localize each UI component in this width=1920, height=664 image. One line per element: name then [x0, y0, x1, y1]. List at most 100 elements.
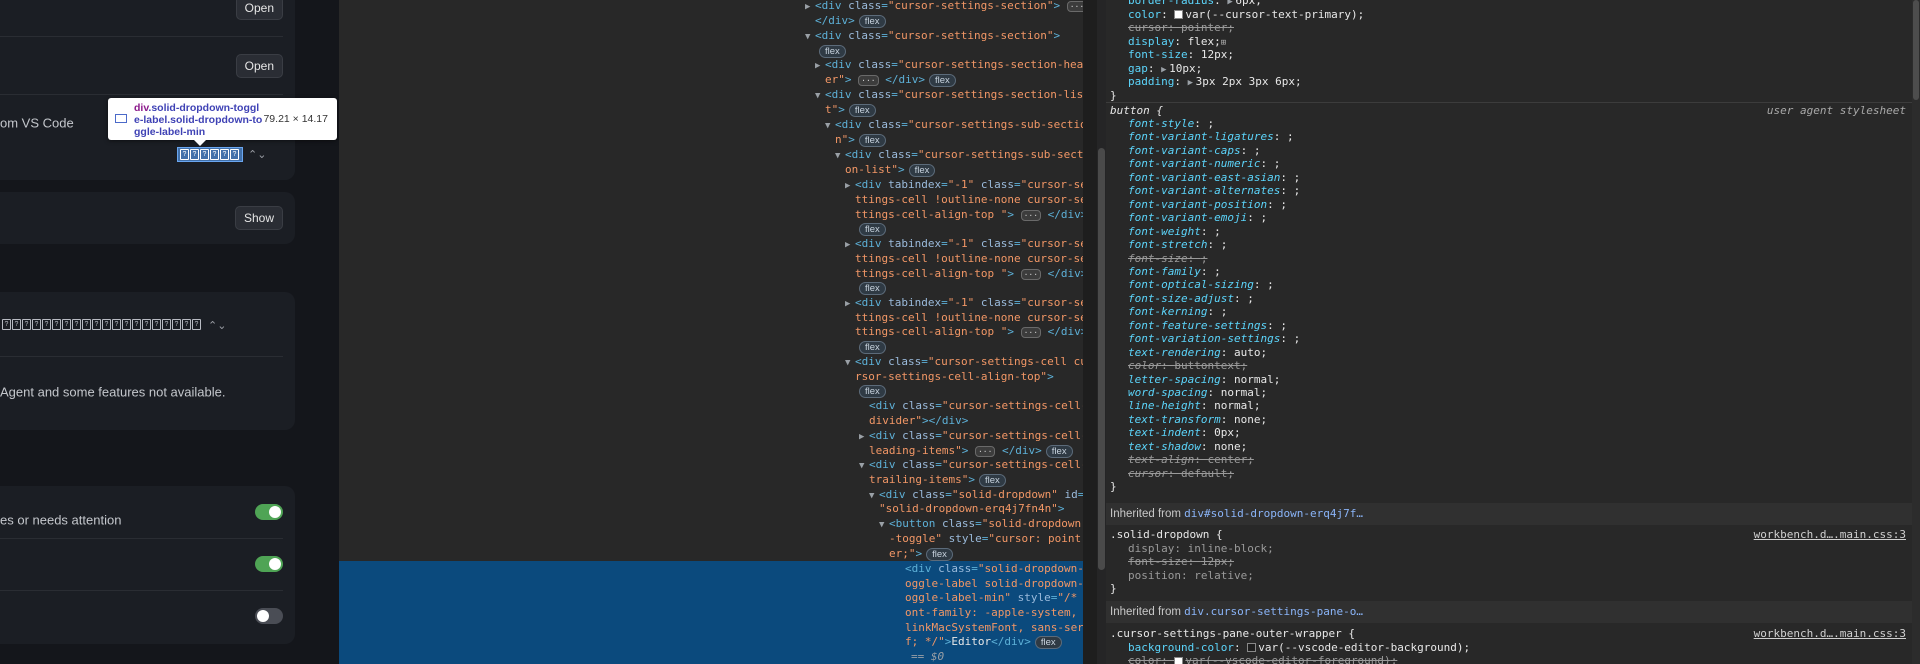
css-property[interactable]: font-variant-numeric: ; [1128, 157, 1280, 171]
open-button[interactable]: Open [235, 0, 283, 20]
color-swatch[interactable] [1174, 10, 1184, 19]
dom-node[interactable]: ▶ <div class="cursor-settings-section-hea… [815, 58, 1083, 73]
css-property[interactable]: color: var(--cursor-text-primary); [1128, 8, 1364, 22]
inherited-element-link[interactable]: div.cursor-settings-pane-o… [1184, 605, 1363, 618]
dom-node[interactable]: ▼ <div class="cursor-settings-cell- [859, 458, 1083, 473]
css-property[interactable]: font-family: ; [1128, 265, 1221, 279]
missing-glyph-icon: ? [72, 319, 81, 331]
dom-badge: flex [855, 340, 886, 354]
dom-node[interactable]: ▼ <div class="solid-dropdown" id= [869, 488, 1083, 503]
missing-glyph-icon: ? [132, 319, 141, 331]
notification-toggle[interactable] [255, 504, 283, 520]
css-property[interactable]: display: inline-block; [1128, 542, 1274, 556]
tooltip-selector: div.solid-dropdown-toggle-label.solid-dr… [134, 102, 263, 138]
css-property[interactable]: font-variant-position: ; [1128, 198, 1287, 212]
inherited-element-link[interactable]: div#solid-dropdown-erq4j7f… [1184, 507, 1363, 520]
dom-node-cont: ont-family: -apple-system, B [905, 606, 1083, 619]
css-property[interactable]: font-size: 12px; [1128, 48, 1234, 62]
dropdown-value: ???????????????????? [2, 316, 202, 334]
css-property[interactable]: font-variant-emoji: ; [1128, 211, 1267, 225]
stylesheet-link[interactable]: workbench.d….main.css:3 [1754, 528, 1906, 542]
css-property[interactable]: font-variant-alternates: ; [1128, 184, 1300, 198]
dom-node[interactable]: ▶ <div tabindex="-1" class="cursor-se [845, 178, 1083, 193]
missing-glyph-icon: ? [2, 319, 11, 331]
setting-toggle[interactable] [255, 556, 283, 572]
css-property[interactable]: text-shadow: none; [1128, 440, 1247, 454]
css-property[interactable]: letter-spacing: normal; [1128, 373, 1280, 387]
css-property[interactable]: font-kerning: ; [1128, 305, 1227, 319]
dom-node[interactable]: ▶ <div tabindex="-1" class="cursor-se [845, 296, 1083, 311]
css-property[interactable]: background-color: var(--vscode-editor-ba… [1128, 641, 1470, 655]
divider [0, 538, 283, 539]
elements-scrollbar[interactable] [1097, 0, 1106, 664]
css-property[interactable]: color: buttontext; [1128, 359, 1247, 373]
dom-node-cont: divider"></div> [869, 414, 969, 427]
flex-icon [115, 114, 127, 123]
language-dropdown[interactable]: ???????????????????? ⌃⌄ [2, 314, 226, 336]
missing-glyph-icon: ? [190, 148, 199, 160]
dom-node[interactable]: ▶ <div class="cursor-settings-section"> ·… [805, 0, 1083, 14]
rule-close: } [1110, 88, 1117, 102]
css-property[interactable]: font-stretch: ; [1128, 238, 1227, 252]
dom-node[interactable]: ▼ <div class="cursor-settings-cell cu [845, 355, 1083, 370]
dom-node[interactable]: ▶ <div class="cursor-settings-cell- [859, 429, 1083, 444]
css-property[interactable]: font-size-adjust: ; [1128, 292, 1254, 306]
dom-node[interactable]: ▼ <div class="cursor-settings-section-lis [815, 88, 1083, 103]
dom-node-cont: on-list"> flex [845, 163, 936, 177]
css-selector: button { [1110, 103, 1163, 117]
css-property[interactable]: cursor: default; [1128, 467, 1234, 481]
css-property[interactable]: text-rendering: auto; [1128, 346, 1267, 360]
dom-node-cont: er"> ··· </div> flex [825, 73, 956, 87]
missing-glyph-icon: ? [172, 319, 181, 331]
css-property[interactable]: font-weight: ; [1128, 225, 1221, 239]
css-selector: .cursor-settings-pane-outer-wrapper { [1110, 627, 1356, 640]
open-button[interactable]: Open [235, 54, 283, 78]
css-property[interactable]: text-indent: 0px; [1128, 426, 1241, 440]
missing-glyph-icon: ? [12, 319, 21, 331]
styles-scrollbar[interactable] [1912, 0, 1920, 664]
settings-card-3: es or needs attention [0, 486, 295, 644]
css-property[interactable]: font-size: ; [1128, 252, 1207, 266]
dom-node-cont: trailing-items"> flex [869, 473, 1006, 487]
css-property[interactable]: font-variation-settings: ; [1128, 332, 1300, 346]
selected-dom-node[interactable]: <div class="solid-dropdown-t [905, 562, 1083, 576]
dom-node-cont: -toggle" style="cursor: point [889, 532, 1082, 545]
dom-node-cont: ttings-cell-align-top "> ··· </div> [855, 325, 1083, 338]
editor-dropdown[interactable]: ?????? ⌃⌄ [177, 143, 266, 165]
missing-glyph-icon: ? [52, 319, 61, 331]
css-property[interactable]: text-transform: none; [1128, 413, 1267, 427]
css-property[interactable]: font-variant-ligatures: ; [1128, 130, 1294, 144]
missing-glyph-icon: ? [102, 319, 111, 331]
dom-node[interactable]: <div class="cursor-settings-cell- [869, 399, 1083, 413]
show-button[interactable]: Show [234, 206, 283, 230]
css-property[interactable]: word-spacing: normal; [1128, 386, 1267, 400]
stylesheet-link[interactable]: workbench.d….main.css:3 [1754, 627, 1906, 641]
dom-node[interactable]: ▶ <div tabindex="-1" class="cursor-se [845, 237, 1083, 252]
missing-glyph-icon: ? [112, 319, 121, 331]
css-property[interactable]: font-variant-caps: ; [1128, 144, 1260, 158]
dom-node[interactable]: ▼ <div class="cursor-settings-section"> [805, 29, 1060, 44]
css-property[interactable]: color: var(--vscode-editor-foreground); [1128, 654, 1397, 664]
dom-node[interactable]: ▼ <div class="cursor-settings-sub-secti [835, 148, 1083, 163]
inherited-header: Inherited from div.cursor-settings-pane-… [1106, 601, 1920, 623]
color-swatch[interactable] [1247, 643, 1257, 652]
divider [0, 590, 283, 591]
dom-node[interactable]: ▼ <div class="cursor-settings-sub-sectio [825, 118, 1083, 133]
setting-toggle[interactable] [255, 608, 283, 624]
dom-node-cont: ttings-cell-align-top "> ··· </div> [855, 267, 1083, 280]
settings-row: Open [0, 38, 295, 94]
dom-node[interactable]: ▼ <button class="solid-dropdown [879, 517, 1081, 532]
css-property[interactable]: padding: ▶ 3px 2px 3px 6px; [1128, 75, 1302, 91]
css-property[interactable]: position: relative; [1128, 569, 1254, 583]
css-property[interactable]: font-size: 12px; [1128, 555, 1234, 569]
dom-badge: flex [815, 44, 846, 58]
css-property[interactable]: cursor: pointer; [1128, 21, 1234, 35]
notification-label: es or needs attention [0, 512, 122, 528]
css-property[interactable]: font-feature-settings: ; [1128, 319, 1287, 333]
css-property[interactable]: font-style: ; [1128, 117, 1214, 131]
css-property[interactable]: line-height: normal; [1128, 399, 1260, 413]
css-property[interactable]: text-align: center; [1128, 453, 1254, 467]
css-property[interactable]: font-variant-east-asian: ; [1128, 171, 1300, 185]
color-swatch[interactable] [1174, 656, 1184, 664]
css-property[interactable]: font-optical-sizing: ; [1128, 278, 1274, 292]
